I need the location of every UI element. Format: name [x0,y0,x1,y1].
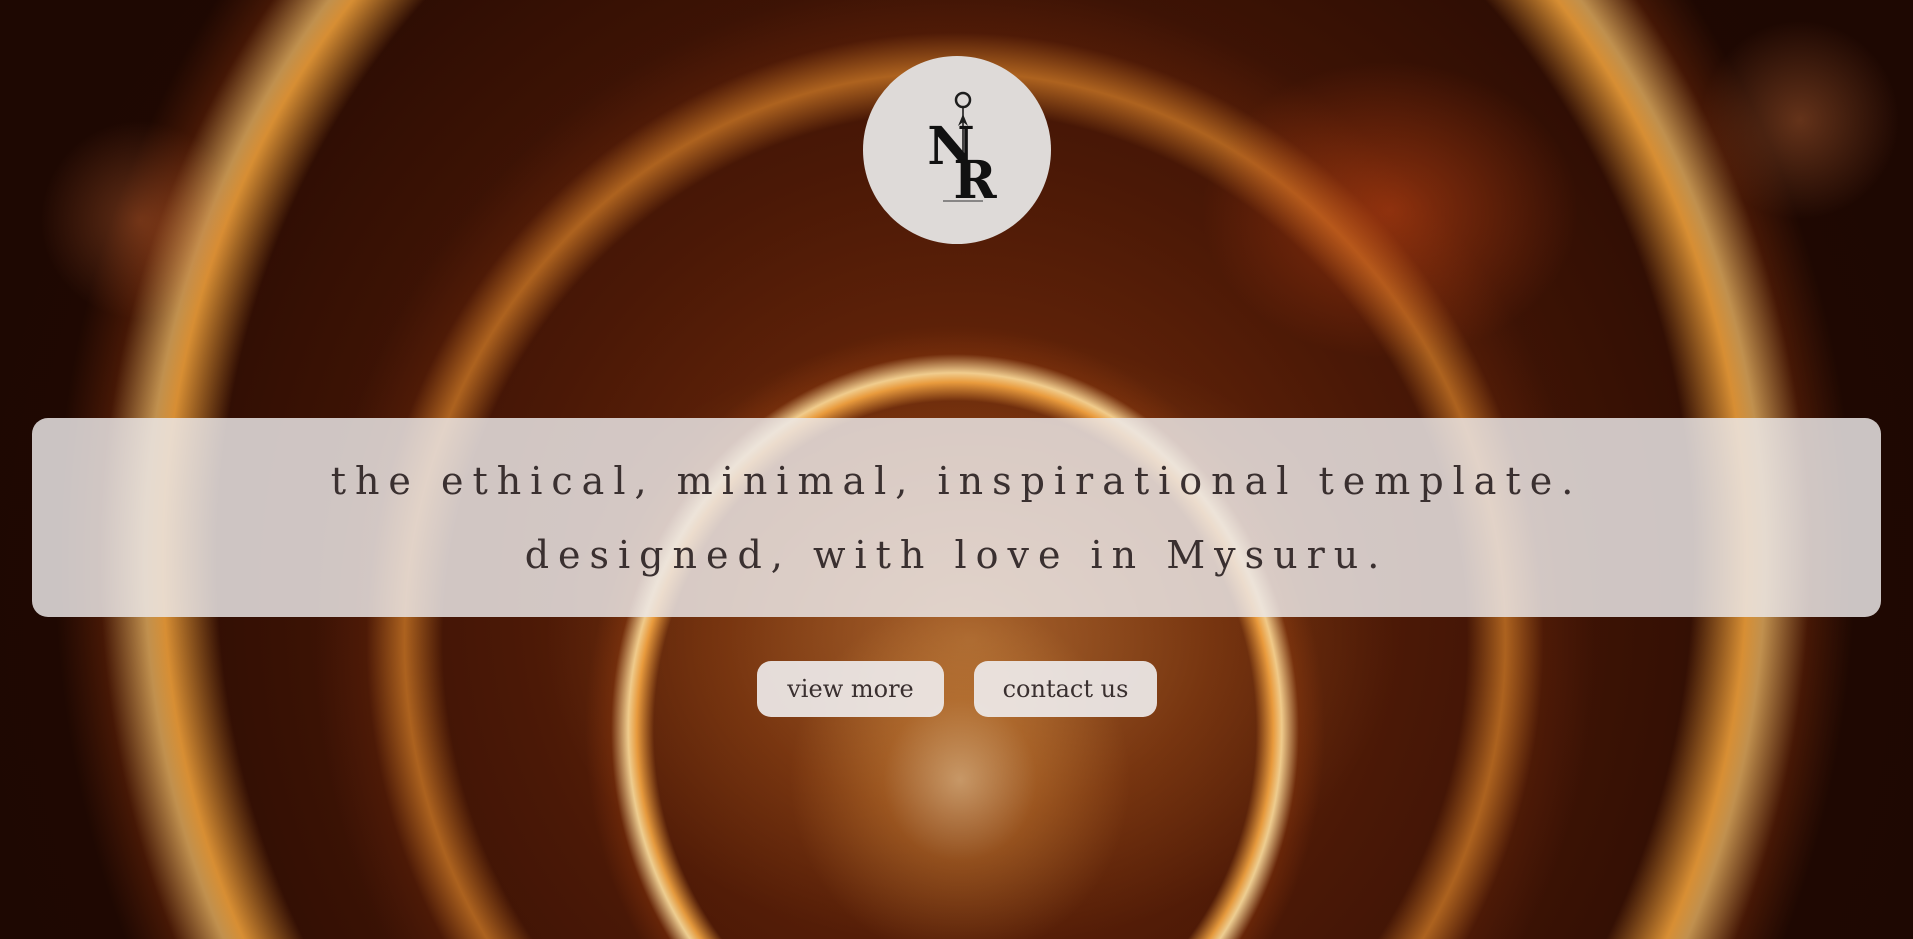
logo-icon: N R [927,91,997,211]
logo-letter-r: R [953,150,997,211]
hero-glow-far-right [1700,20,1900,220]
contact-us-button[interactable]: contact us [974,661,1157,717]
hero-glow-left [40,120,240,320]
hero-tagline-line1: the ethical, minimal, inspirational temp… [330,458,1583,503]
logo-ring-icon [954,91,972,109]
site-logo[interactable]: N R [863,56,1051,244]
hero-banner: the ethical, minimal, inspirational temp… [32,418,1881,617]
hero-tagline-line2: designed, with love in Mysuru. [524,532,1389,577]
hero-glow-top-right [1200,60,1580,360]
view-more-button[interactable]: view more [757,661,944,717]
